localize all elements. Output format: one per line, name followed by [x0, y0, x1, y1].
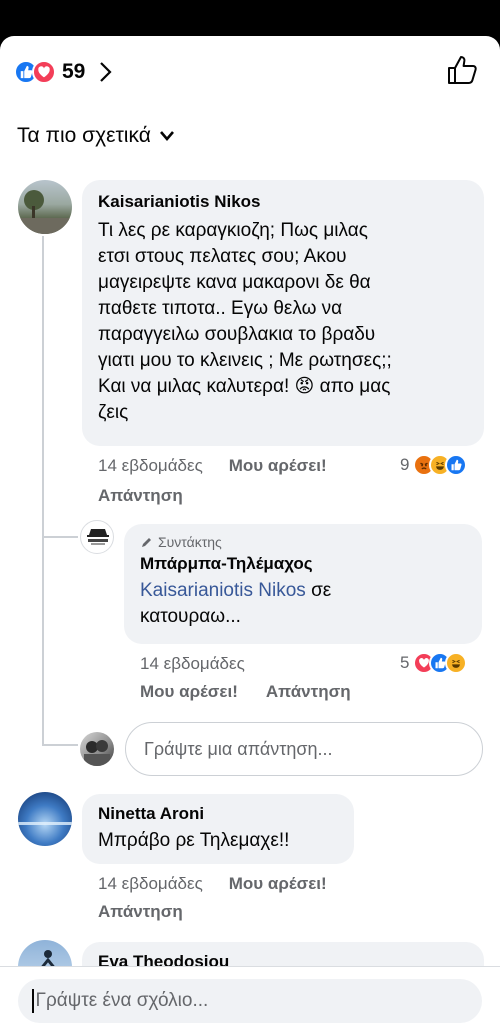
reply-time[interactable]: 14 εβδομάδες	[140, 654, 245, 674]
thread-line-branch	[42, 744, 78, 746]
author-badge: Συντάκτης	[140, 534, 466, 550]
reply-author[interactable]: Μπάρμπα-Τηλέμαχος	[140, 554, 466, 574]
avatar[interactable]	[80, 520, 114, 554]
comment-text-line: Και να μιλας καλυτερα! 😡 απο μας	[98, 376, 391, 397]
comment-text-line: γιατι μου το κλεινεις ; Με ρωτησες;;	[98, 350, 392, 371]
like-icon	[445, 454, 468, 476]
reactions-icons	[14, 60, 56, 84]
avatar	[80, 732, 114, 766]
avatar[interactable]	[18, 792, 72, 846]
reply-actions-row2: Μου αρέσει! Απάντηση	[140, 682, 351, 702]
thread-line	[42, 236, 44, 746]
comment-reaction-count: 9	[400, 455, 410, 474]
reply-reaction-count: 5	[400, 653, 410, 672]
comments-screen: 59 Τα πιο σχετικά Kaisarianiotis Nikos Τ…	[0, 36, 500, 1036]
chevron-down-icon	[159, 131, 174, 141]
comment-actions: 14 εβδομάδες Μου αρέσει!	[98, 874, 327, 894]
comment-text-line: παραγγειλω σουβλακια το βραδυ	[98, 324, 376, 345]
comment-input[interactable]: Γράψτε ένα σχόλιο...	[18, 979, 482, 1023]
comment-time[interactable]: 14 εβδομάδες	[98, 456, 203, 476]
comment-author[interactable]: Kaisarianiotis Nikos	[98, 192, 468, 212]
comment-composer: Γράψτε ένα σχόλιο...	[0, 966, 500, 1036]
text-caret	[32, 989, 34, 1013]
reaction-count: 59	[62, 60, 86, 83]
love-icon	[32, 60, 56, 84]
comment-text-line: μαγειρεψτε κανα μακαρονι δε θα	[98, 272, 371, 293]
sort-selector[interactable]: Τα πιο σχετικά	[17, 124, 175, 148]
avatar[interactable]	[18, 180, 72, 234]
comment-reactions[interactable]: 9	[400, 454, 468, 476]
comment-author[interactable]: Ninetta Aroni	[98, 804, 338, 824]
haha-icon	[445, 652, 468, 674]
comment-placeholder: Γράψτε ένα σχόλιο...	[35, 990, 209, 1011]
sky-photo-icon	[18, 822, 72, 825]
comment-text-line: Τι λες ρε καραγκιοζη; Πως μιλας	[98, 220, 368, 241]
reply-actions: 14 εβδομάδες	[140, 654, 245, 674]
like-action[interactable]: Μου αρέσει!	[140, 682, 238, 702]
chevron-right-icon	[100, 62, 112, 82]
reply-reactions[interactable]: 5	[400, 652, 468, 674]
like-outline-icon[interactable]	[446, 54, 478, 86]
sort-label: Τα πιο σχετικά	[17, 124, 151, 147]
thread-line-branch	[42, 536, 78, 538]
comment-bubble: Kaisarianiotis Nikos Τι λες ρε καραγκιοζ…	[82, 180, 484, 446]
reply-action[interactable]: Απάντηση	[98, 486, 183, 506]
badge-label: Συντάκτης	[158, 534, 222, 550]
comment-text-line: ετσι στους πελατες σου; Ακου	[98, 246, 347, 267]
pencil-icon	[142, 538, 151, 547]
comment-actions: 14 εβδομάδες Μου αρέσει!	[98, 456, 327, 476]
reply-text: σε	[311, 580, 332, 601]
like-action[interactable]: Μου αρέσει!	[229, 874, 327, 894]
comment-text-line: ζεις	[98, 402, 129, 423]
reply-text-line: Kaisarianiotis Nikos σε	[140, 578, 466, 604]
comment-actions-row2: Απάντηση	[98, 902, 183, 922]
mention-link[interactable]: Kaisarianiotis Nikos	[140, 580, 306, 601]
comment-text: Μπράβο ρε Τηλεμαχε!!	[98, 830, 290, 851]
reactions-summary[interactable]: 59	[14, 56, 113, 88]
comment-actions-row2: Απάντηση	[98, 486, 183, 506]
reply-bubble: Συντάκτης Μπάρμπα-Τηλέμαχος Kaisarianiot…	[124, 524, 482, 644]
like-action[interactable]: Μου αρέσει!	[229, 456, 327, 476]
reply-placeholder: Γράψτε μια απάντηση...	[144, 738, 333, 759]
user-photo-icon	[84, 740, 110, 766]
reply-action[interactable]: Απάντηση	[98, 902, 183, 922]
comment-time[interactable]: 14 εβδομάδες	[98, 874, 203, 894]
reply-action[interactable]: Απάντηση	[266, 682, 351, 702]
tree-icon	[18, 190, 72, 234]
comment-text-line: παθετε τιποτα.. Εγω θελω να	[98, 298, 343, 319]
reply-text-line2: κατουραω...	[140, 606, 241, 627]
comment-bubble: Ninetta Aroni Μπράβο ρε Τηλεμαχε!!	[82, 794, 354, 864]
logo-icon	[87, 529, 109, 545]
reply-input[interactable]: Γράψτε μια απάντηση...	[125, 722, 483, 776]
